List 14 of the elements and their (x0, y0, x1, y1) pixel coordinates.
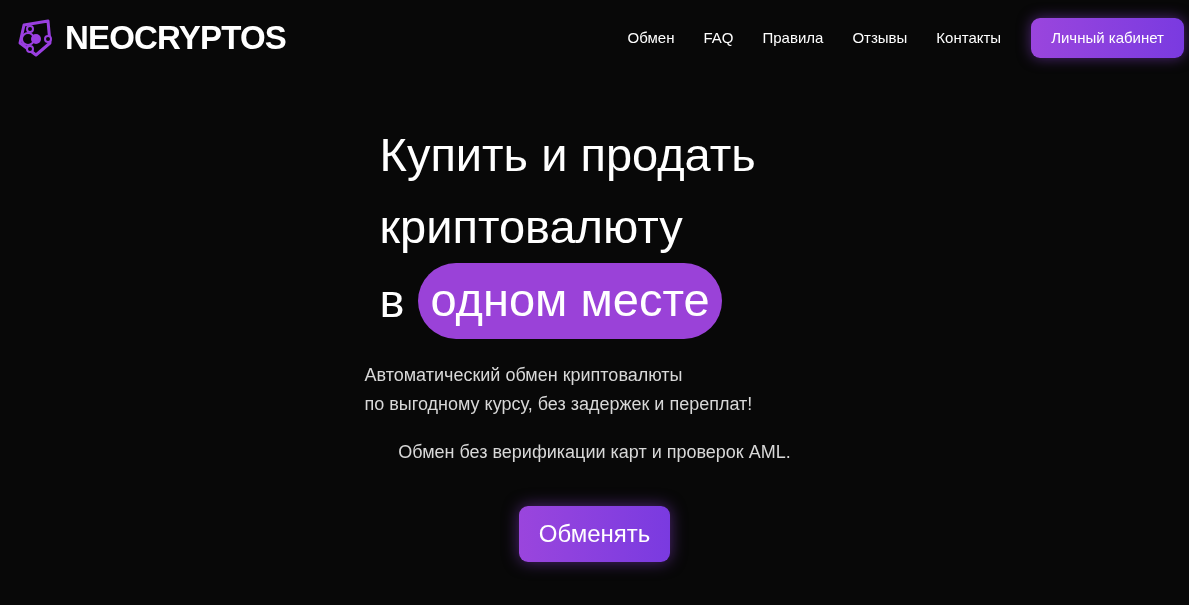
nav-link[interactable]: Контакты (936, 26, 1002, 49)
nav-link[interactable]: Правила (762, 26, 824, 49)
hero-title-line: в (379, 272, 405, 329)
hero-note: Обмен без верификации карт и проверок AML. (398, 440, 791, 464)
nav-link[interactable]: Обмен (627, 26, 675, 49)
hero-subtitle: Автоматический обмен криптовалюты по выгодному курсу, без задержек и переплат! (364, 363, 754, 416)
exchange-button[interactable]: Обменять (518, 505, 671, 562)
highlight-badge: одном месте (418, 262, 722, 339)
nav-link[interactable]: FAQ (703, 26, 734, 49)
hero-title-line: криптовалюту (379, 198, 683, 255)
account-button[interactable]: Личный кабинет (1031, 17, 1184, 58)
nav-link[interactable]: Отзывы (852, 26, 908, 49)
hero-title-line: Купить и продать (379, 126, 756, 183)
logo-text: NEOCRYPTOS (65, 18, 286, 58)
